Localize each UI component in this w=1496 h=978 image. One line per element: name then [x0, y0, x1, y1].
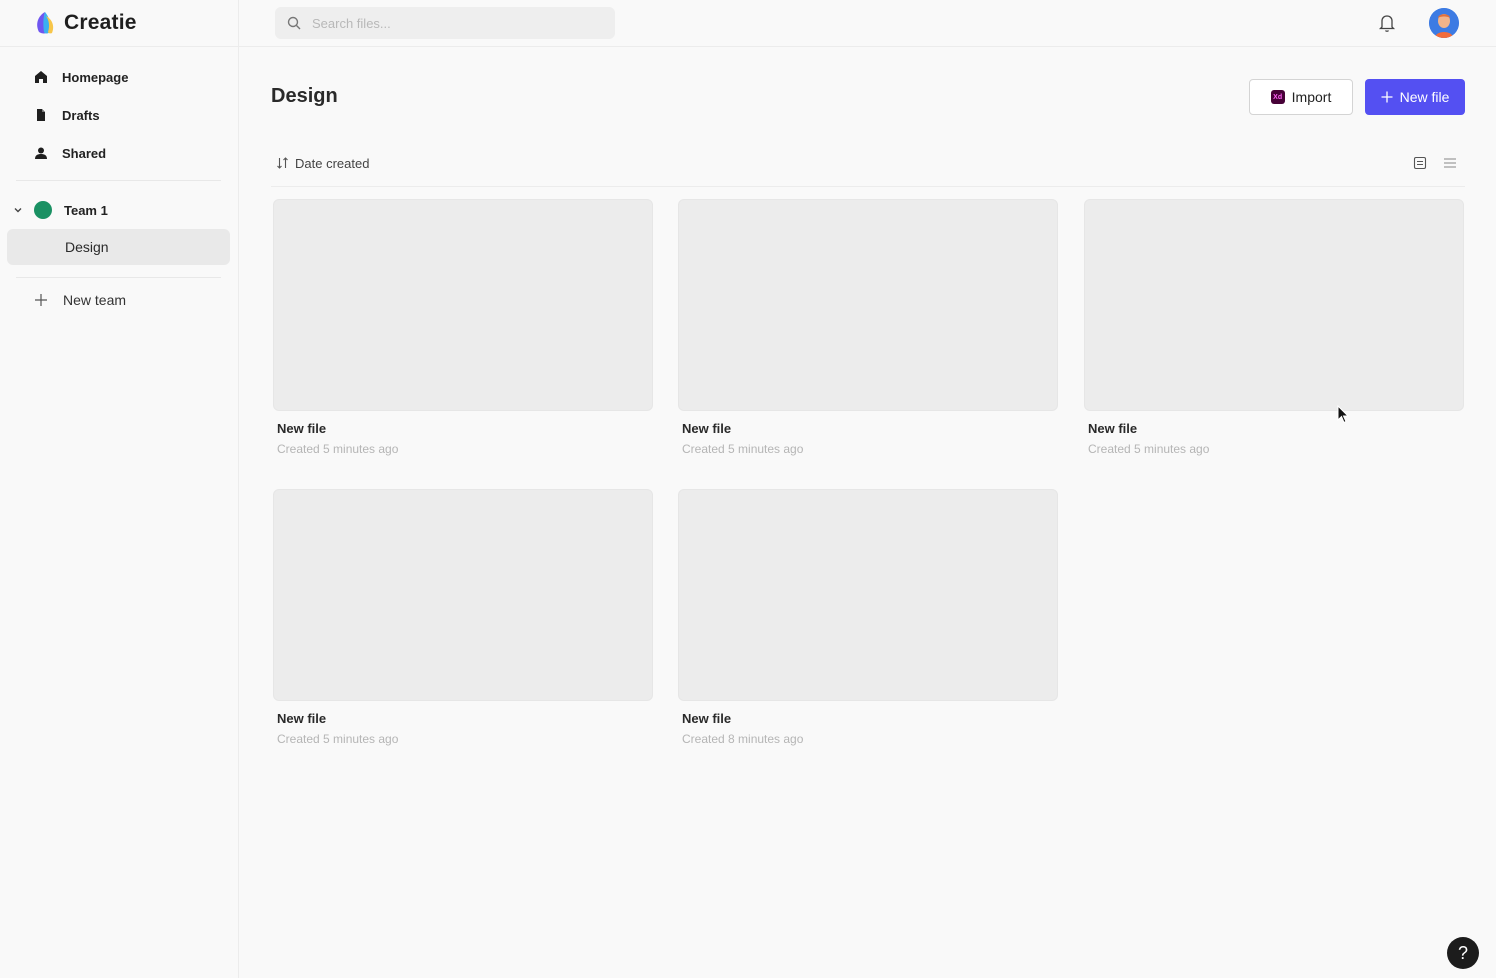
file-name: New file — [682, 711, 732, 726]
file-name: New file — [277, 421, 327, 436]
divider — [16, 277, 221, 278]
plus-icon — [35, 294, 47, 306]
file-thumbnail[interactable] — [273, 199, 653, 411]
new-file-button[interactable]: New file — [1365, 79, 1465, 115]
project-label: Design — [65, 239, 109, 255]
file-meta: Created 5 minutes ago — [277, 442, 399, 456]
grid-view-icon[interactable] — [1413, 156, 1427, 170]
search-input[interactable] — [312, 15, 602, 31]
sidebar-item-shared[interactable]: Shared — [34, 143, 106, 163]
sidebar-item-label: Shared — [62, 145, 107, 161]
file-thumbnail[interactable] — [273, 489, 653, 701]
mouse-cursor-icon — [1337, 405, 1349, 424]
sidebar-item-label: Homepage — [62, 69, 129, 85]
file-meta: Created 5 minutes ago — [1088, 442, 1210, 456]
home-icon — [35, 71, 47, 83]
creatie-logo-icon — [37, 12, 54, 34]
file-name: New file — [1088, 421, 1138, 436]
sort-dropdown[interactable]: Date created — [276, 154, 369, 172]
avatar[interactable] — [1429, 8, 1459, 38]
user-icon — [35, 147, 47, 159]
help-button[interactable]: ? — [1447, 937, 1479, 969]
team-name: Team 1 — [64, 202, 108, 218]
project-item-design[interactable]: Design — [7, 229, 230, 265]
new-team-button[interactable]: New team — [34, 290, 126, 310]
sidebar-item-homepage[interactable]: Homepage — [34, 67, 128, 87]
search-box[interactable] — [275, 7, 615, 39]
team-avatar — [34, 201, 52, 219]
file-meta: Created 8 minutes ago — [682, 732, 804, 746]
team-item[interactable]: Team 1 — [12, 199, 108, 221]
help-icon: ? — [1457, 942, 1468, 963]
file-card[interactable]: New file Created 8 minutes ago — [678, 489, 1058, 751]
import-button[interactable]: Xd Import — [1249, 79, 1353, 115]
divider — [271, 186, 1465, 187]
list-view-icon[interactable] — [1443, 156, 1457, 170]
topbar — [239, 0, 1496, 47]
app-window: Creatie Homepage Drafts Shared Team 1 De… — [0, 0, 1496, 978]
file-card[interactable]: New file Created 5 minutes ago — [273, 199, 653, 461]
search-icon — [287, 16, 301, 30]
sort-icon — [277, 157, 288, 169]
adobe-xd-icon: Xd — [1270, 90, 1285, 104]
new-team-label: New team — [63, 292, 127, 308]
file-card[interactable]: New file Created 5 minutes ago — [1084, 199, 1464, 461]
file-meta: Created 5 minutes ago — [277, 732, 399, 746]
file-icon — [37, 109, 45, 121]
file-card[interactable]: New file Created 5 minutes ago — [273, 489, 653, 751]
sort-label: Date created — [295, 155, 370, 171]
file-name: New file — [682, 421, 732, 436]
sidebar-item-label: Drafts — [62, 107, 100, 123]
chevron-down-icon[interactable] — [12, 204, 24, 216]
plus-icon — [1381, 91, 1393, 103]
file-thumbnail[interactable] — [678, 489, 1058, 701]
file-card[interactable]: New file Created 5 minutes ago — [678, 199, 1058, 461]
divider — [16, 180, 221, 181]
page-title: Design — [271, 85, 338, 107]
bell-icon[interactable] — [1378, 13, 1396, 33]
file-name: New file — [277, 711, 327, 726]
file-thumbnail[interactable] — [678, 199, 1058, 411]
new-file-label: New file — [1399, 89, 1450, 105]
sidebar: Creatie Homepage Drafts Shared Team 1 De… — [0, 0, 239, 978]
file-thumbnail[interactable] — [1084, 199, 1464, 411]
app-name: Creatie — [64, 11, 137, 34]
app-logo[interactable]: Creatie — [32, 10, 137, 36]
import-label: Import — [1291, 89, 1332, 105]
divider — [0, 46, 239, 47]
sidebar-item-drafts[interactable]: Drafts — [34, 105, 100, 125]
file-meta: Created 5 minutes ago — [682, 442, 804, 456]
